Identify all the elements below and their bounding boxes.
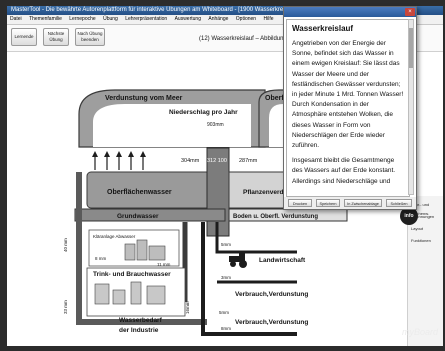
label-5mm-a: 5mm	[221, 242, 231, 247]
label-verbrauch-1: Verbrauch,Verdunstung	[235, 291, 308, 298]
label-boden: Boden u. Oberfl. Verdunstung	[233, 214, 318, 220]
clipboard-button[interactable]: In Zwischenablage	[344, 199, 382, 207]
close-button[interactable]: Schließen	[386, 199, 412, 207]
document-title: (12) Wasserkreislauf – Abbildung	[199, 36, 287, 42]
label-903mm: 903mm	[207, 122, 224, 128]
label-33mm: 33 mm	[63, 300, 68, 314]
label-40mm: 40 mm	[63, 238, 68, 252]
tractor-icon	[229, 252, 247, 268]
menu-item-lernepoche[interactable]: Lernepoche	[66, 16, 98, 22]
label-oberflaechenwasser: Oberflächenwasser	[107, 189, 172, 196]
label-wasserbedarf: Wasserbedarf	[119, 317, 163, 324]
label-8mm-b: 8mm	[221, 326, 231, 331]
menu-item-anhaenge[interactable]: Anhänge	[205, 16, 231, 22]
menu-item-optionen[interactable]: Optionen	[233, 16, 259, 22]
label-trinkwasser: Trink- und Brauchwasser	[93, 271, 171, 278]
label-verbrauch-2: Verbrauch,Verdunstung	[235, 319, 308, 326]
popup-text: Angetrieben von der Energie der Sonne, b…	[292, 39, 404, 192]
popup-text-area[interactable]: Wasserkreislauf Angetrieben von der Ener…	[286, 19, 410, 197]
menu-item-uebung[interactable]: Übung	[100, 16, 121, 22]
popup-heading: Wasserkreislauf	[292, 24, 354, 33]
label-312-100: 312 100	[207, 158, 227, 164]
toolbar-button-next-exercise[interactable]: Nächste Übung	[43, 28, 69, 46]
label-16mm: 16mm	[185, 301, 190, 314]
panel-item-layout[interactable]: Layout	[411, 224, 441, 233]
toolbar-button-label: beenden	[81, 37, 99, 42]
save-button[interactable]: Speichern	[316, 199, 340, 207]
label-niederschlag: Niederschlag pro Jahr	[169, 109, 238, 116]
label-8mm: 8 mm	[95, 256, 107, 261]
toolbar-button-lernende[interactable]: Lernende	[11, 28, 37, 46]
label-5mm-b: 5mm	[219, 310, 229, 315]
label-industrie: der Industrie	[119, 327, 159, 334]
popup-paragraph: Insgesamt bleibt die Gesamtmenge des Was…	[292, 157, 396, 185]
print-button[interactable]: Drucken	[288, 199, 312, 207]
popup-scrollbar[interactable]	[408, 19, 414, 195]
brand-logo: myBoard	[402, 327, 439, 337]
menu-item-datei[interactable]: Datei	[7, 16, 25, 22]
evaporation-arrows	[94, 156, 144, 170]
toolbar-button-end-exercise[interactable]: Nach Übung beenden	[75, 28, 105, 46]
label-grundwasser: Grundwasser	[117, 213, 159, 220]
popup-titlebar: ×	[284, 7, 416, 17]
menu-item-themenfamilie[interactable]: Themenfamilie	[26, 16, 65, 22]
menu-item-auswertung[interactable]: Auswertung	[172, 16, 204, 22]
menu-item-hilfe[interactable]: Hilfe	[260, 16, 276, 22]
toolbar-button-label: Übung	[49, 37, 63, 42]
popup-footer: Drucken Speichern In Zwischenablage Schl…	[284, 197, 416, 209]
window-title: MasterTool - Die bewährte Autorenplattfo…	[11, 7, 299, 13]
panel-item-funktionen[interactable]: Funktionen	[411, 236, 441, 245]
toolbar-button-label: Lernende	[14, 34, 34, 39]
label-verdunstung-meer: Verdunstung vom Meer	[105, 95, 183, 102]
info-popup-window: × Wasserkreislauf Angetrieben von der En…	[283, 6, 417, 210]
close-icon[interactable]: ×	[405, 8, 415, 16]
label-landwirtschaft: Landwirtschaft	[259, 257, 306, 264]
scrollbar-thumb[interactable]	[409, 28, 413, 68]
popup-paragraph: Angetrieben von der Energie der Sonne, b…	[292, 40, 404, 150]
label-304mm: 304mm	[181, 158, 200, 164]
label-287mm: 287mm	[239, 158, 258, 164]
evaporation-arrow-heads	[92, 151, 146, 157]
label-11mm: 11 mm	[157, 262, 171, 267]
label-3mm: 3mm	[221, 275, 231, 280]
label-klaeranlage: Kläranlage Abwasser	[93, 234, 136, 239]
menu-item-lehrerpraesentation[interactable]: Lehrerpräsentation	[122, 16, 170, 22]
